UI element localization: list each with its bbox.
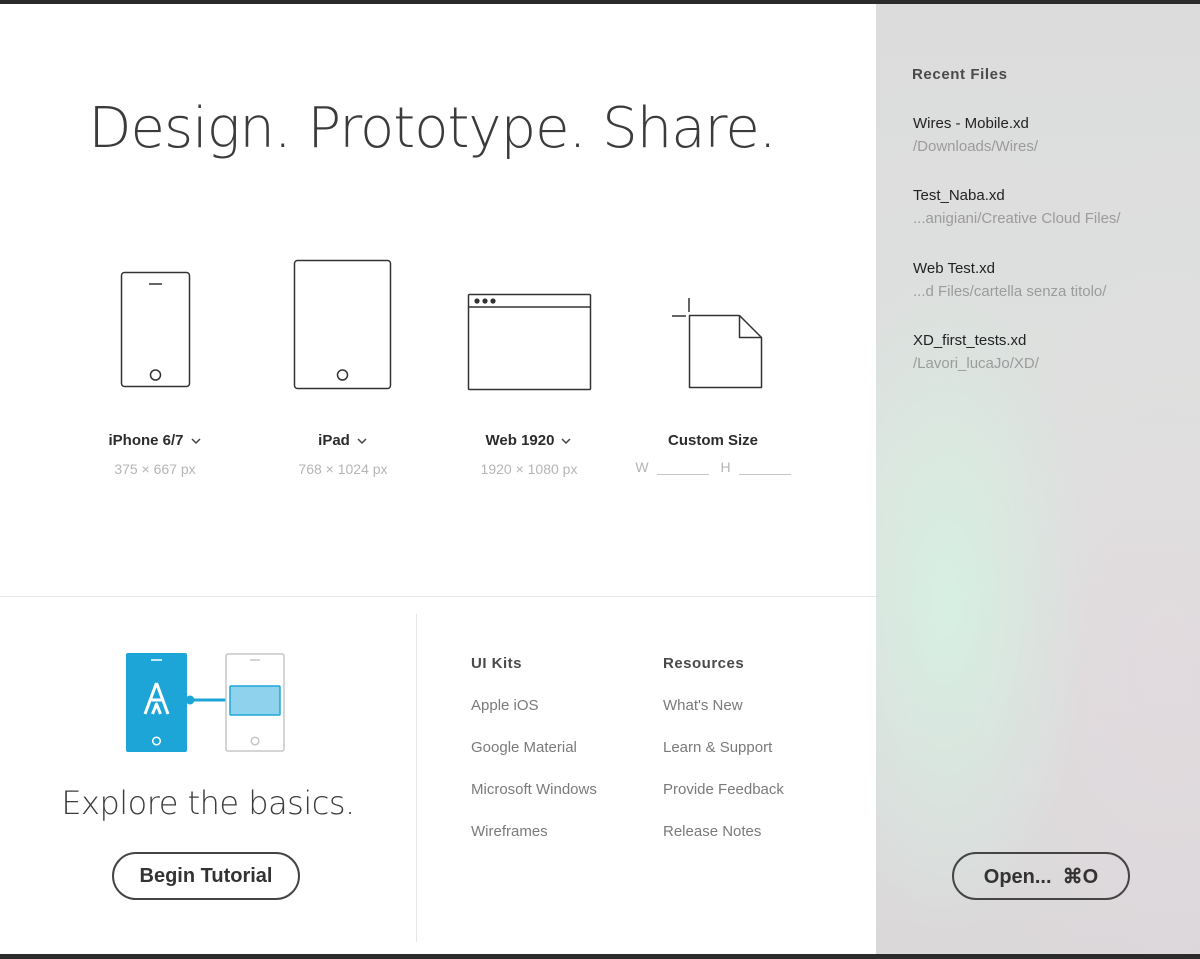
recent-files-sidebar: Recent Files Wires - Mobile.xd /Download… xyxy=(876,4,1200,954)
start-screen-window: Design. Prototype. Share. iPhone 6/7 375… xyxy=(0,4,1200,954)
ui-kit-link[interactable]: Microsoft Windows xyxy=(471,781,597,823)
width-label: W xyxy=(635,459,649,475)
recent-file-path: /Downloads/Wires/ xyxy=(913,138,1039,155)
recent-files-heading: Recent Files xyxy=(912,66,1008,83)
browser-window-icon xyxy=(434,254,624,404)
height-input[interactable] xyxy=(738,459,791,475)
preset-custom-size[interactable]: Custom Size W H xyxy=(618,254,808,475)
preset-dimensions: 1920 × 1080 px xyxy=(480,461,578,477)
recent-file-item[interactable]: Test_Naba.xd ...anigiani/Creative Cloud … xyxy=(913,187,1121,227)
tutorial-illustration-icon xyxy=(126,652,290,761)
resource-link[interactable]: Release Notes xyxy=(663,823,784,865)
recent-file-name: Wires - Mobile.xd xyxy=(913,115,1029,132)
recent-file-name: Test_Naba.xd xyxy=(913,187,1005,204)
resource-link[interactable]: Provide Feedback xyxy=(663,781,784,823)
resources-section: Resources What's New Learn & Support Pro… xyxy=(663,655,784,865)
ui-kit-link[interactable]: Apple iOS xyxy=(471,697,597,739)
ui-kits-heading: UI Kits xyxy=(471,655,523,672)
open-file-button[interactable]: Open... ⌘O xyxy=(952,852,1130,900)
recent-file-path: ...anigiani/Creative Cloud Files/ xyxy=(913,210,1121,227)
resource-link[interactable]: Learn & Support xyxy=(663,739,784,781)
width-input[interactable] xyxy=(656,459,709,475)
custom-size-fields: W H xyxy=(618,459,808,475)
recent-file-path: ...d Files/cartella senza titolo/ xyxy=(913,283,1107,300)
desktop-background-strip xyxy=(0,954,1200,959)
preset-label[interactable]: Web 1920 xyxy=(434,432,624,449)
preset-web-1920[interactable]: Web 1920 1920 × 1080 px xyxy=(434,254,624,477)
main-panel: Design. Prototype. Share. iPhone 6/7 375… xyxy=(0,4,876,954)
new-file-icon xyxy=(618,254,808,404)
preset-name: Web 1920 xyxy=(485,432,555,449)
recent-file-name: Web Test.xd xyxy=(913,260,995,277)
explore-section: Explore the basics. Begin Tutorial xyxy=(0,4,416,954)
recent-file-path: /Lavori_lucaJo/XD/ xyxy=(913,355,1039,372)
custom-size-label: Custom Size xyxy=(667,432,758,449)
ui-kits-section: UI Kits Apple iOS Google Material Micros… xyxy=(471,655,597,865)
resource-link[interactable]: What's New xyxy=(663,697,784,739)
recent-file-name: XD_first_tests.xd xyxy=(913,332,1027,349)
begin-tutorial-button[interactable]: Begin Tutorial xyxy=(112,852,300,900)
open-button-label: Open... ⌘O xyxy=(983,865,1099,888)
explore-title: Explore the basics. xyxy=(61,784,355,822)
ui-kit-link[interactable]: Wireframes xyxy=(471,823,597,865)
recent-file-item[interactable]: XD_first_tests.xd /Lavori_lucaJo/XD/ xyxy=(913,332,1039,372)
recent-file-item[interactable]: Web Test.xd ...d Files/cartella senza ti… xyxy=(913,260,1106,300)
ui-kit-link[interactable]: Google Material xyxy=(471,739,597,781)
height-label: H xyxy=(720,459,731,475)
resources-heading: Resources xyxy=(663,655,745,672)
column-divider xyxy=(416,614,417,942)
chevron-down-icon xyxy=(561,437,571,444)
recent-file-item[interactable]: Wires - Mobile.xd /Downloads/Wires/ xyxy=(913,115,1038,155)
